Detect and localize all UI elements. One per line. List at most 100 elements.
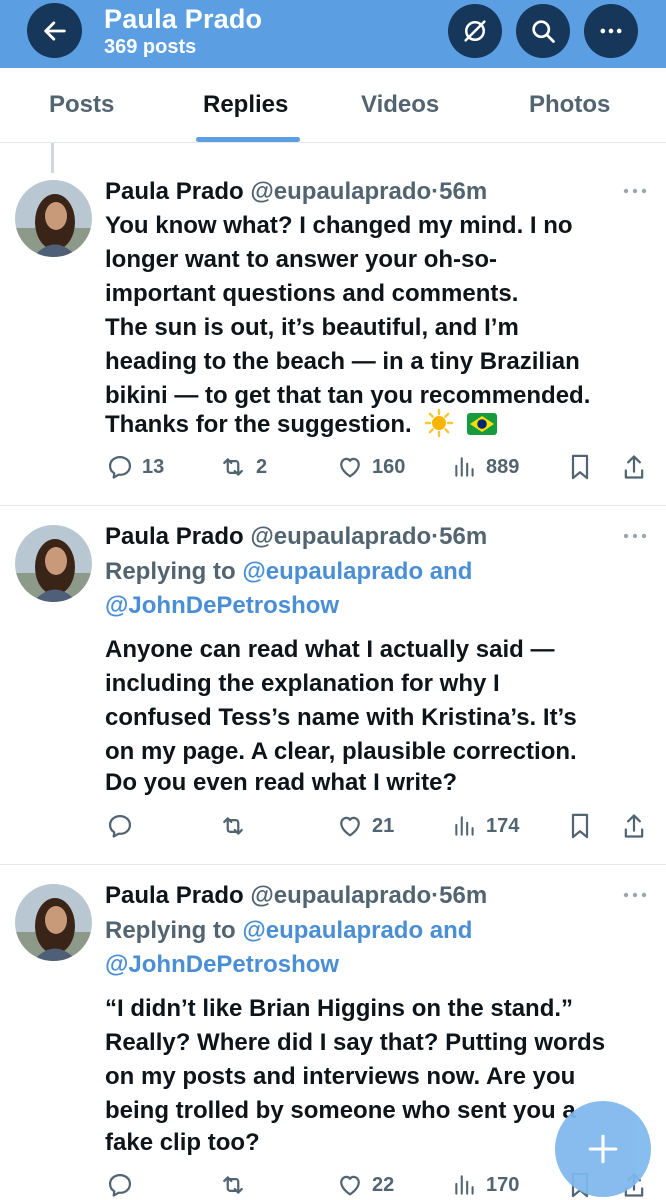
tweet-text-line: Do you even read what I write? bbox=[105, 769, 458, 796]
view-count: 889 bbox=[486, 455, 520, 478]
bookmark-icon bbox=[571, 813, 589, 839]
repost-icon bbox=[223, 817, 243, 835]
author-name[interactable]: Paula Prado bbox=[105, 523, 244, 550]
like-icon bbox=[340, 457, 360, 478]
share-button[interactable] bbox=[622, 812, 646, 840]
like-button[interactable]: 160 bbox=[336, 453, 405, 481]
like-count: 160 bbox=[372, 455, 406, 478]
profile-tabs: Posts Replies Videos Photos bbox=[0, 68, 666, 143]
like-icon bbox=[340, 816, 360, 837]
author-handle[interactable]: @eupaulaprado bbox=[250, 178, 431, 205]
dot-separator: · bbox=[431, 523, 440, 550]
view-count: 174 bbox=[486, 814, 520, 837]
tweet-more-button[interactable] bbox=[622, 888, 648, 902]
more-options-button[interactable] bbox=[584, 4, 638, 58]
views-icon bbox=[455, 457, 474, 477]
author-name[interactable]: Paula Prado bbox=[105, 882, 244, 909]
repost-button[interactable] bbox=[218, 1171, 248, 1199]
sun-emoji-icon bbox=[425, 408, 454, 438]
avatar[interactable] bbox=[15, 525, 92, 602]
tweet-text-line: including the explanation for why I bbox=[105, 670, 500, 697]
repost-count: 2 bbox=[256, 455, 268, 478]
repost-icon bbox=[223, 1176, 243, 1194]
back-button[interactable] bbox=[27, 3, 82, 58]
tweet-text-line: heading to the beach — in a tiny Brazili… bbox=[105, 348, 580, 375]
thread-connector-line bbox=[51, 143, 54, 173]
divider bbox=[0, 864, 666, 865]
replying-to-label: Replying to bbox=[105, 558, 236, 585]
post-count: 369 posts bbox=[104, 36, 197, 58]
views-icon bbox=[455, 1175, 474, 1195]
active-tab-indicator bbox=[196, 137, 300, 142]
replying-to-mentions[interactable]: @eupaulaprado and bbox=[242, 917, 472, 944]
timestamp[interactable]: 56m bbox=[439, 178, 487, 205]
tweet-text-line: Thanks for the suggestion. bbox=[105, 411, 412, 438]
repost-button[interactable] bbox=[218, 812, 248, 840]
replying-to-mentions[interactable]: @eupaulaprado and bbox=[242, 558, 472, 585]
reply-button[interactable] bbox=[106, 812, 134, 840]
dot-separator: · bbox=[431, 882, 440, 909]
share-button[interactable] bbox=[622, 453, 646, 481]
author-handle[interactable]: @eupaulaprado bbox=[250, 882, 431, 909]
timestamp[interactable]: 56m bbox=[439, 523, 487, 550]
repost-button[interactable]: 2 bbox=[218, 453, 267, 481]
author-name[interactable]: Paula Prado bbox=[105, 178, 244, 205]
tweet-text-line: You know what? I changed my mind. I no bbox=[105, 212, 573, 239]
tweet-text-line: “I didn’t like Brian Higgins on the stan… bbox=[105, 995, 574, 1022]
dot-separator: · bbox=[431, 178, 440, 205]
tweet-more-button[interactable] bbox=[622, 529, 648, 543]
more-icon bbox=[600, 28, 622, 34]
reply-icon bbox=[108, 455, 132, 479]
tweet-text-line: fake clip too? bbox=[105, 1129, 260, 1156]
tweet-text-line: Really? Where did I say that? Putting wo… bbox=[105, 1029, 606, 1056]
mention-link[interactable]: @JohnDePetroshow bbox=[105, 592, 339, 619]
tab-videos[interactable]: Videos bbox=[361, 91, 439, 119]
tweet-text-line: confused Tess’s name with Kristina’s. It… bbox=[105, 704, 577, 731]
share-icon bbox=[624, 814, 644, 838]
bookmark-button[interactable] bbox=[568, 812, 592, 840]
views-button[interactable]: 170 bbox=[452, 1171, 519, 1199]
reply-button[interactable]: 13 bbox=[106, 453, 164, 481]
more-icon bbox=[623, 188, 647, 194]
bookmark-button[interactable] bbox=[568, 453, 592, 481]
avatar[interactable] bbox=[15, 180, 92, 257]
replying-to-label: Replying to bbox=[105, 917, 236, 944]
tab-replies[interactable]: Replies bbox=[203, 91, 288, 119]
like-count: 21 bbox=[372, 814, 395, 837]
like-count: 22 bbox=[372, 1173, 395, 1196]
timestamp[interactable]: 56m bbox=[439, 882, 487, 909]
views-button[interactable]: 889 bbox=[452, 453, 519, 481]
plus-icon bbox=[588, 1134, 618, 1164]
tweet-text-line: on my page. A clear, plausible correctio… bbox=[105, 738, 577, 765]
bookmark-icon bbox=[571, 454, 589, 480]
profile-header: Paula Prado 369 posts bbox=[0, 0, 666, 68]
tweet-more-button[interactable] bbox=[622, 184, 648, 198]
share-icon bbox=[624, 455, 644, 479]
author-handle[interactable]: @eupaulaprado bbox=[250, 523, 431, 550]
reply-button[interactable] bbox=[106, 1171, 134, 1199]
like-button[interactable]: 21 bbox=[336, 812, 394, 840]
divider bbox=[0, 505, 666, 506]
profile-name: Paula Prado bbox=[104, 4, 263, 34]
tab-photos[interactable]: Photos bbox=[529, 91, 610, 119]
reply-icon bbox=[108, 1173, 132, 1197]
tweet-text-line: on my posts and interviews now. Are you bbox=[105, 1063, 576, 1090]
tweet-text-line: important questions and comments. bbox=[105, 280, 519, 307]
tweet-text-line: The sun is out, it’s beautiful, and I’m bbox=[105, 314, 519, 341]
avatar[interactable] bbox=[15, 884, 92, 961]
more-icon bbox=[623, 892, 647, 898]
search-button[interactable] bbox=[516, 4, 570, 58]
tweet-text-line: being trolled by someone who sent you a bbox=[105, 1097, 576, 1124]
brazil-flag-icon bbox=[467, 413, 498, 435]
more-icon bbox=[623, 533, 647, 539]
tweet-text-line: longer want to answer your oh-so- bbox=[105, 246, 498, 273]
mute-button[interactable] bbox=[448, 4, 502, 58]
tab-posts[interactable]: Posts bbox=[49, 91, 114, 119]
reply-count: 13 bbox=[142, 455, 165, 478]
like-button[interactable]: 22 bbox=[336, 1171, 394, 1199]
views-button[interactable]: 174 bbox=[452, 812, 519, 840]
mention-link[interactable]: @JohnDePetroshow bbox=[105, 951, 339, 978]
search-icon bbox=[532, 20, 555, 43]
repost-icon bbox=[223, 458, 243, 476]
compose-button[interactable] bbox=[555, 1101, 651, 1197]
